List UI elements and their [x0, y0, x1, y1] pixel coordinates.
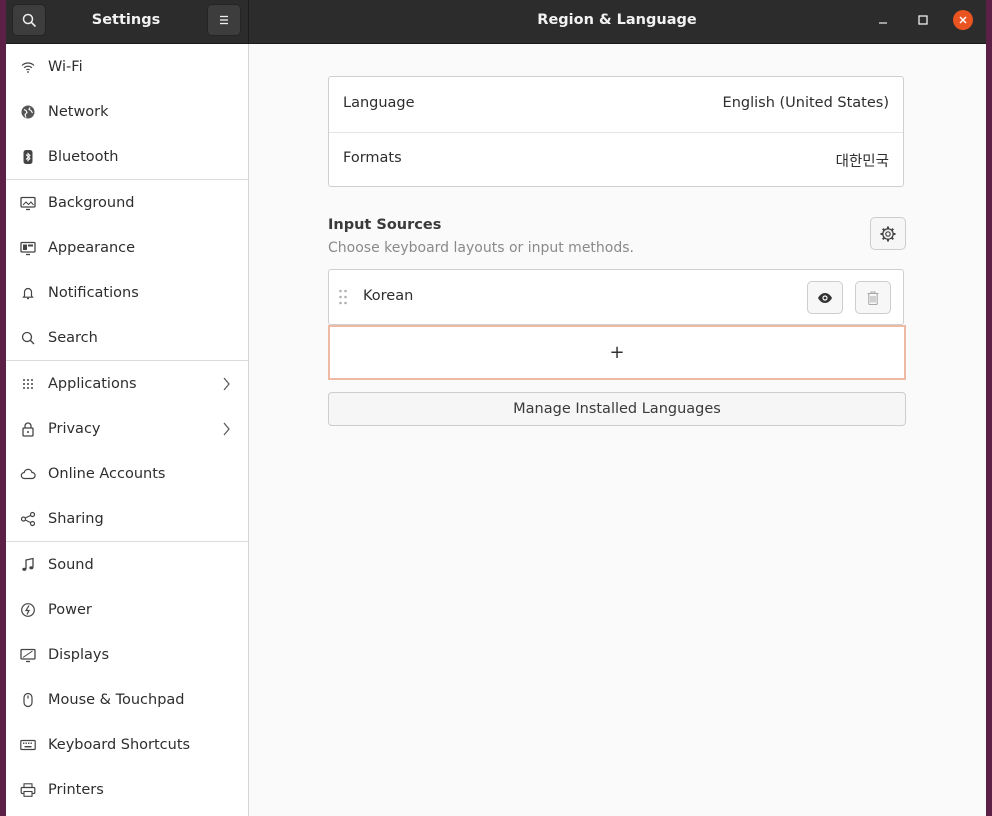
main-panel: Language English (United States) Formats… — [249, 44, 986, 816]
close-icon — [959, 16, 967, 24]
sidebar-item-sound[interactable]: Sound — [6, 542, 248, 587]
sidebar-item-label: Mouse & Touchpad — [48, 691, 185, 708]
sidebar-item-printers[interactable]: Printers — [6, 767, 248, 812]
search-icon — [22, 13, 36, 27]
sidebar-item-label: Notifications — [48, 284, 139, 301]
sidebar-item-privacy[interactable]: Privacy — [6, 406, 248, 451]
manage-installed-languages-button[interactable]: Manage Installed Languages — [328, 392, 906, 426]
maximize-button[interactable] — [913, 10, 933, 30]
menu-button[interactable] — [207, 4, 241, 36]
bell-icon — [20, 285, 36, 301]
share-icon — [20, 511, 36, 527]
input-sources-title: Input Sources — [328, 217, 442, 233]
add-input-source-button[interactable]: + — [328, 325, 906, 380]
drag-handle-icon[interactable] — [338, 289, 348, 305]
network-icon — [20, 104, 36, 120]
sidebar-item-network[interactable]: Network — [6, 89, 248, 134]
trash-icon — [867, 290, 879, 305]
sidebar-item-notifications[interactable]: Notifications — [6, 270, 248, 315]
sidebar-header: Settings — [6, 0, 249, 43]
sidebar-item-label: Background — [48, 194, 135, 211]
mouse-icon — [20, 692, 36, 708]
display-icon — [20, 647, 36, 663]
language-value: English (United States) — [722, 95, 889, 111]
sidebar-item-wifi[interactable]: Wi-Fi — [6, 44, 248, 89]
minimize-icon — [879, 22, 887, 24]
gear-icon — [880, 226, 896, 241]
sidebar: Wi-Fi Network Bluetooth Background Appea… — [6, 44, 249, 816]
input-sources-options-button[interactable] — [870, 217, 906, 250]
chevron-right-icon — [223, 422, 230, 435]
formats-label: Formats — [343, 150, 402, 166]
close-button[interactable] — [953, 10, 973, 30]
sidebar-item-label: Keyboard Shortcuts — [48, 736, 191, 753]
sidebar-item-label: Wi-Fi — [48, 58, 83, 75]
sidebar-item-label: Appearance — [48, 239, 136, 256]
apps-grid-icon — [20, 376, 36, 392]
input-source-row[interactable]: Korean — [329, 270, 903, 325]
bluetooth-icon — [20, 149, 36, 165]
search-button[interactable] — [12, 4, 46, 36]
sidebar-item-sharing[interactable]: Sharing — [6, 496, 248, 541]
show-layout-button[interactable] — [807, 281, 843, 314]
formats-value: 대한민국 — [835, 154, 889, 170]
sidebar-item-search[interactable]: Search — [6, 315, 248, 360]
wifi-icon — [20, 59, 36, 75]
sidebar-item-label: Privacy — [48, 420, 101, 437]
sidebar-item-label: Search — [48, 329, 98, 346]
music-note-icon — [20, 557, 36, 573]
printer-icon — [20, 782, 36, 798]
sidebar-item-background[interactable]: Background — [6, 180, 248, 225]
sidebar-item-label: Printers — [48, 781, 104, 798]
remove-input-source-button[interactable] — [855, 281, 891, 314]
search-icon — [20, 330, 36, 346]
appearance-icon — [20, 240, 36, 256]
settings-window: Settings Region & Language Wi-Fi Network… — [6, 0, 986, 816]
sidebar-item-bluetooth[interactable]: Bluetooth — [6, 134, 248, 179]
cloud-icon — [20, 466, 36, 482]
sidebar-item-label: Applications — [48, 375, 137, 392]
input-sources-list: Korean — [328, 269, 904, 325]
language-formats-list: Language English (United States) Formats… — [328, 76, 904, 187]
sidebar-item-label: Online Accounts — [48, 465, 166, 482]
header-bar: Settings Region & Language — [6, 0, 986, 44]
sidebar-item-label: Sharing — [48, 510, 104, 527]
sidebar-item-displays[interactable]: Displays — [6, 632, 248, 677]
minimize-button[interactable] — [873, 10, 893, 30]
sidebar-item-power[interactable]: Power — [6, 587, 248, 632]
sidebar-item-applications[interactable]: Applications — [6, 361, 248, 406]
add-icon: + — [609, 342, 625, 363]
sidebar-item-label: Displays — [48, 646, 110, 663]
sidebar-item-label: Power — [48, 601, 92, 618]
sidebar-title: Settings — [91, 12, 161, 28]
power-icon — [20, 602, 36, 618]
sidebar-item-appearance[interactable]: Appearance — [6, 225, 248, 270]
sidebar-item-label: Bluetooth — [48, 148, 119, 165]
eye-icon — [818, 292, 832, 303]
language-row[interactable]: Language English (United States) — [329, 77, 903, 132]
sidebar-item-label: Sound — [48, 556, 94, 573]
input-source-name: Korean — [363, 288, 414, 304]
sidebar-item-label: Network — [48, 103, 109, 120]
language-label: Language — [343, 95, 415, 111]
sidebar-item-keyboard-shortcuts[interactable]: Keyboard Shortcuts — [6, 722, 248, 767]
hamburger-icon — [220, 15, 228, 25]
sidebar-item-mouse-touchpad[interactable]: Mouse & Touchpad — [6, 677, 248, 722]
keyboard-icon — [20, 737, 36, 753]
lock-icon — [20, 421, 36, 437]
sidebar-item-online-accounts[interactable]: Online Accounts — [6, 451, 248, 496]
chevron-right-icon — [223, 377, 230, 390]
formats-row[interactable]: Formats 대한민국 — [329, 132, 903, 187]
background-icon — [20, 195, 36, 211]
input-sources-subtitle: Choose keyboard layouts or input methods… — [328, 240, 634, 256]
maximize-icon — [918, 15, 928, 25]
